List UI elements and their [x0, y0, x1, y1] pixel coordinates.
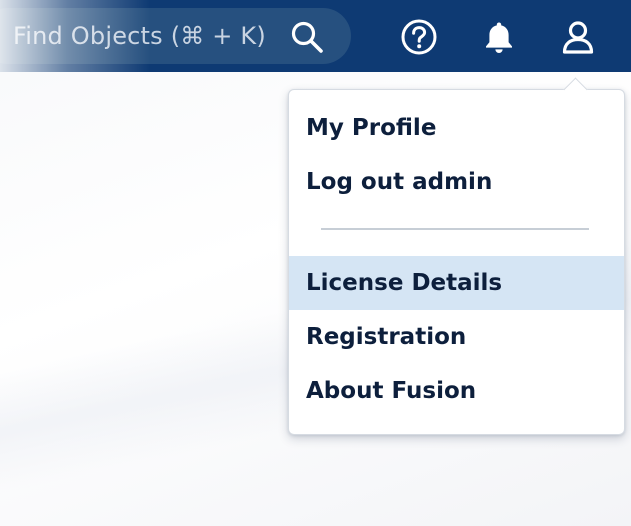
user-dropdown-menu: My Profile Log out admin License Details… [288, 77, 625, 435]
menu-item-label: About Fusion [306, 378, 477, 404]
search-input[interactable]: Find Objects (⌘ + K) [0, 8, 351, 64]
menu-item-label: Log out admin [306, 169, 493, 195]
dropdown-caret [563, 77, 588, 102]
search-placeholder: Find Objects (⌘ + K) [13, 22, 266, 50]
menu-item-my-profile[interactable]: My Profile [289, 101, 624, 155]
menu-item-log-out[interactable]: Log out admin [289, 155, 624, 209]
menu-item-license-details[interactable]: License Details [289, 256, 624, 310]
menu-divider [321, 228, 589, 230]
menu-item-label: License Details [306, 270, 503, 296]
user-icon[interactable] [559, 18, 597, 56]
menu-item-about-fusion[interactable]: About Fusion [289, 364, 624, 418]
search-icon[interactable] [290, 20, 324, 54]
menu-item-registration[interactable]: Registration [289, 310, 624, 364]
app-screen: Find Objects (⌘ + K) My Profile Log out … [0, 0, 631, 526]
top-navigation-bar: Find Objects (⌘ + K) [0, 0, 631, 72]
bell-icon[interactable] [480, 18, 518, 56]
menu-item-label: My Profile [306, 115, 437, 141]
menu-item-label: Registration [306, 324, 467, 350]
help-icon[interactable] [400, 18, 438, 56]
